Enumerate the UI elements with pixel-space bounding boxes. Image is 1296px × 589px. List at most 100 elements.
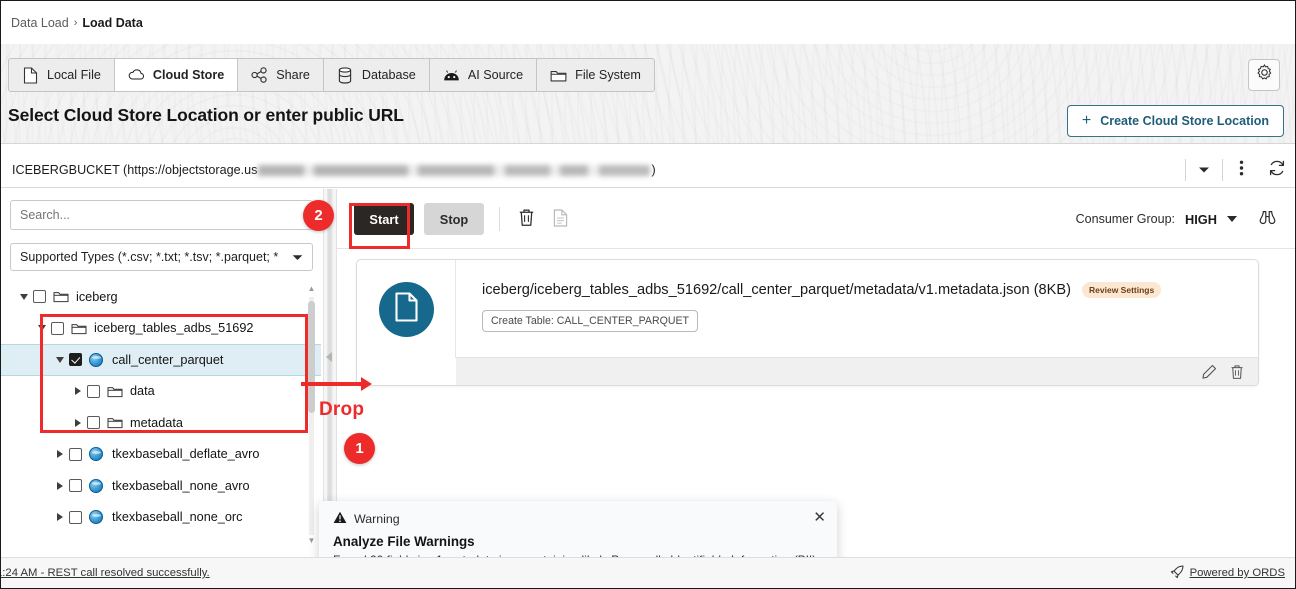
chevron-down-icon[interactable] [1227, 216, 1237, 222]
expand-toggle[interactable] [51, 481, 69, 490]
status-message[interactable]: 1:24 AM - REST call resolved successfull… [1, 567, 210, 579]
chevron-down-icon [1198, 161, 1210, 179]
document-icon [553, 208, 568, 232]
tree-row-iceberg-tables-adbs-51692[interactable]: iceberg_tables_adbs_51692 [1, 313, 321, 345]
file-browser-panel: Supported Types (*.csv; *.txt; *.tsv; *.… [1, 189, 321, 557]
edit-card-button[interactable] [1202, 364, 1217, 379]
tree-row-call-center-parquet[interactable]: call_center_parquet [1, 344, 321, 376]
tree-checkbox[interactable] [51, 321, 64, 335]
folder-icon [71, 322, 88, 335]
url-dropdown-button[interactable] [1186, 152, 1222, 188]
tree-checkbox[interactable] [69, 353, 82, 367]
folder-icon [53, 290, 70, 303]
tree-checkbox[interactable] [33, 290, 46, 304]
tab-share[interactable]: Share [238, 59, 324, 91]
report-button[interactable] [547, 207, 573, 233]
document-icon [394, 291, 419, 327]
powered-by: Powered by ORDS [1170, 565, 1285, 582]
folder-icon [107, 385, 124, 398]
chevron-down-icon [292, 250, 303, 264]
expand-toggle[interactable] [69, 418, 87, 427]
delete-all-button[interactable] [513, 207, 539, 233]
divider [499, 207, 500, 231]
tree-checkbox[interactable] [69, 447, 82, 461]
trash-icon [518, 208, 535, 232]
tree-row-data[interactable]: data [1, 376, 321, 408]
expand-toggle[interactable] [51, 513, 69, 522]
create-button-label: Create Cloud Store Location [1100, 114, 1269, 128]
card-icon-column [357, 260, 456, 358]
url-prefix: ICEBERGBUCKET (https://objectstorage.us [12, 163, 258, 177]
scroll-thumb[interactable] [308, 301, 315, 413]
status-bar: 1:24 AM - REST call resolved successfull… [1, 557, 1295, 588]
toast-close-button[interactable]: ✕ [813, 510, 826, 525]
tree-row-tkexbaseball-none-orc[interactable]: tkexbaseball_none_orc [1, 502, 321, 534]
card-footer [456, 357, 1258, 385]
tab-ai-source[interactable]: AI Source [430, 59, 538, 91]
supported-types-value: Supported Types (*.csv; *.txt; *.tsv; *.… [20, 250, 279, 264]
rocket-icon [1170, 565, 1184, 582]
load-file-card[interactable]: iceberg/iceberg_tables_adbs_51692/call_c… [356, 259, 1259, 386]
folder-icon [107, 416, 124, 429]
globe-icon [89, 478, 106, 493]
folder-icon [550, 67, 567, 84]
start-button[interactable]: Start [354, 203, 414, 235]
expand-toggle[interactable] [33, 325, 51, 332]
cloud-icon [128, 67, 145, 84]
tree-checkbox[interactable] [69, 510, 82, 524]
tab-label: AI Source [467, 68, 524, 82]
breadcrumb-root[interactable]: Data Load [11, 16, 69, 30]
expand-toggle[interactable] [51, 356, 69, 363]
page-title: Select Cloud Store Location or enter pub… [8, 105, 404, 125]
database-icon [337, 66, 354, 84]
tree-checkbox[interactable] [87, 384, 100, 398]
breadcrumb-separator: › [73, 16, 78, 29]
search-input[interactable] [10, 200, 313, 230]
chevron-right-icon [57, 450, 63, 459]
consumer-group-value[interactable]: HIGH [1185, 212, 1217, 227]
stop-button[interactable]: Stop [424, 203, 484, 235]
expand-toggle[interactable] [15, 293, 33, 300]
file-icon [22, 66, 39, 84]
tree-row-tkexbaseball-deflate-avro[interactable]: tkexbaseball_deflate_avro [1, 439, 321, 471]
tree-checkbox[interactable] [69, 479, 82, 493]
load-data-page: Data Load › Load Data Local File Cloud S… [0, 0, 1296, 589]
settings-button[interactable] [1248, 59, 1280, 91]
tab-label: Local File [47, 68, 101, 82]
file-tree-scrollbar[interactable]: ▲ ▼ [307, 285, 316, 547]
tree-row-label: iceberg_tables_adbs_51692 [94, 321, 254, 336]
breadcrumb-current: Load Data [82, 15, 143, 30]
delete-card-button[interactable] [1230, 364, 1244, 380]
cloud-store-url-value[interactable]: ICEBERGBUCKET (https://objectstorage.us) [12, 152, 656, 188]
tab-local-file[interactable]: Local File [9, 59, 115, 91]
tab-label: Database [361, 68, 416, 82]
tree-row-tkexbaseball-none-avro[interactable]: tkexbaseball_none_avro [1, 470, 321, 502]
preview-button[interactable] [1258, 210, 1277, 232]
chevron-right-icon [57, 513, 63, 522]
status-badge[interactable]: Review Settings [1082, 282, 1162, 298]
expand-toggle[interactable] [69, 387, 87, 396]
gear-icon [1256, 64, 1273, 86]
url-refresh-button[interactable] [1259, 152, 1295, 188]
supported-types-select[interactable]: Supported Types (*.csv; *.txt; *.tsv; *.… [10, 243, 313, 271]
toast-header: Warning [333, 511, 823, 527]
create-cloud-store-location-button[interactable]: + Create Cloud Store Location [1066, 105, 1284, 137]
tree-checkbox[interactable] [87, 416, 100, 430]
splitter-collapse-handle[interactable] [326, 352, 332, 362]
create-table-chip[interactable]: Create Table: CALL_CENTER_PARQUET [482, 310, 699, 332]
tree-row-label: tkexbaseball_none_avro [112, 478, 250, 493]
cloud-store-url-bar[interactable]: ICEBERGBUCKET (https://objectstorage.us) [1, 152, 1295, 188]
tree-row-iceberg[interactable]: iceberg [1, 281, 321, 313]
scroll-up-arrow[interactable]: ▲ [307, 285, 316, 293]
powered-by-label[interactable]: Powered by ORDS [1190, 567, 1285, 579]
tab-cloud-store[interactable]: Cloud Store [114, 59, 239, 91]
tree-row-label: tkexbaseball_none_orc [112, 510, 243, 525]
file-tree: iceberg iceberg_tables_adbs_51692 call_c… [1, 281, 321, 553]
tab-database[interactable]: Database [324, 59, 430, 91]
tab-file-system[interactable]: File System [537, 59, 654, 91]
consumer-group-control: Consumer Group: HIGH [1076, 189, 1237, 249]
scroll-down-arrow[interactable]: ▼ [307, 537, 316, 545]
expand-toggle[interactable] [51, 450, 69, 459]
tree-row-metadata[interactable]: metadata [1, 407, 321, 439]
url-more-menu-button[interactable] [1223, 152, 1259, 188]
